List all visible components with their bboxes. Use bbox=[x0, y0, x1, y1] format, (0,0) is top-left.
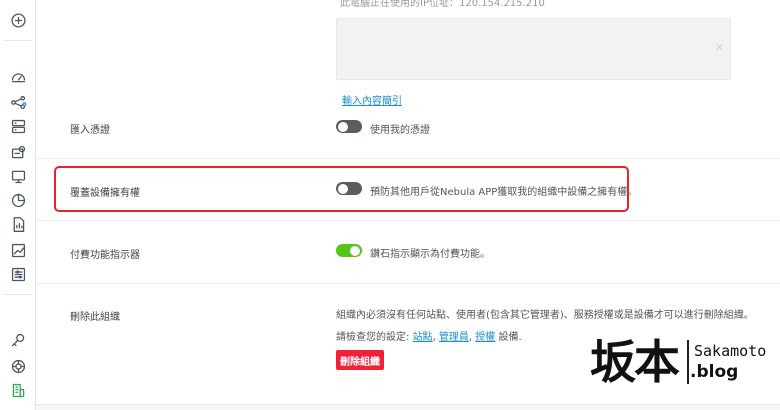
paid-indicator-label: 付費功能指示器 bbox=[70, 250, 140, 261]
building-icon[interactable] bbox=[8, 380, 28, 400]
line-chart-icon[interactable] bbox=[8, 240, 28, 260]
key-search-icon[interactable] bbox=[8, 330, 28, 350]
paid-indicator-text: 鑽石指示顯示為付費功能。 bbox=[370, 249, 490, 260]
toggle-knob bbox=[338, 121, 348, 132]
watermark-chinese: 坂本 bbox=[590, 335, 680, 389]
row-divider bbox=[36, 283, 780, 284]
delete-org-label: 刪除此組織 bbox=[70, 312, 120, 323]
check-prefix: 請檢查您的設定: bbox=[336, 332, 410, 343]
server-stack-icon[interactable] bbox=[8, 116, 28, 136]
license-link[interactable]: 授權 bbox=[475, 332, 495, 343]
support-compass-icon[interactable] bbox=[8, 356, 28, 376]
content-bottom-bar bbox=[36, 404, 780, 410]
watermark-divider bbox=[687, 340, 689, 384]
delete-org-description: 組織內必須沒有任何站點、使用者(包含其它管理者)、服務授權或是設備才可以進行刪除… bbox=[336, 310, 754, 321]
certificate-textarea[interactable]: ✕ bbox=[336, 18, 731, 80]
sidebar-divider bbox=[4, 294, 32, 295]
settings-sliders-icon[interactable] bbox=[8, 264, 28, 284]
import-cert-label: 匯入憑證 bbox=[70, 125, 110, 136]
admins-link[interactable]: 管理員 bbox=[439, 332, 469, 343]
paid-indicator-toggle[interactable] bbox=[336, 244, 362, 257]
report-document-icon[interactable] bbox=[8, 214, 28, 234]
monitor-icon[interactable] bbox=[8, 166, 28, 186]
clear-icon[interactable]: ✕ bbox=[715, 41, 724, 54]
row-divider bbox=[36, 158, 780, 159]
sites-link[interactable]: 站點 bbox=[413, 332, 433, 343]
sidebar-divider bbox=[4, 40, 32, 41]
left-sidebar bbox=[0, 0, 36, 410]
delete-organization-button[interactable]: 刪除組織 bbox=[336, 350, 384, 370]
check-settings-line: 請檢查您的設定: 站點, 管理員, 授權 設備. bbox=[336, 332, 522, 343]
toggle-knob bbox=[350, 245, 360, 256]
current-ip-note: 此電腦正在使用的IP位址：120.154.215.210 bbox=[340, 0, 545, 9]
import-cert-text: 使用我的憑證 bbox=[370, 125, 430, 136]
blog-watermark: 坂本 Sakamoto .blog bbox=[590, 322, 770, 392]
network-topology-icon[interactable] bbox=[8, 92, 28, 112]
insert-content-link[interactable]: 輸入內容簡引 bbox=[342, 92, 402, 107]
watermark-blog: .blog bbox=[690, 362, 739, 382]
dashboard-gauge-icon[interactable] bbox=[8, 66, 28, 86]
highlight-box bbox=[54, 166, 629, 212]
watermark-sakamoto: Sakamoto bbox=[694, 342, 767, 360]
check-suffix: 設備. bbox=[498, 332, 522, 343]
pie-chart-icon[interactable] bbox=[8, 190, 28, 210]
row-divider bbox=[36, 220, 780, 221]
device-gear-icon[interactable] bbox=[8, 142, 28, 162]
import-cert-toggle[interactable] bbox=[336, 120, 362, 133]
add-circle-icon[interactable] bbox=[8, 10, 28, 30]
